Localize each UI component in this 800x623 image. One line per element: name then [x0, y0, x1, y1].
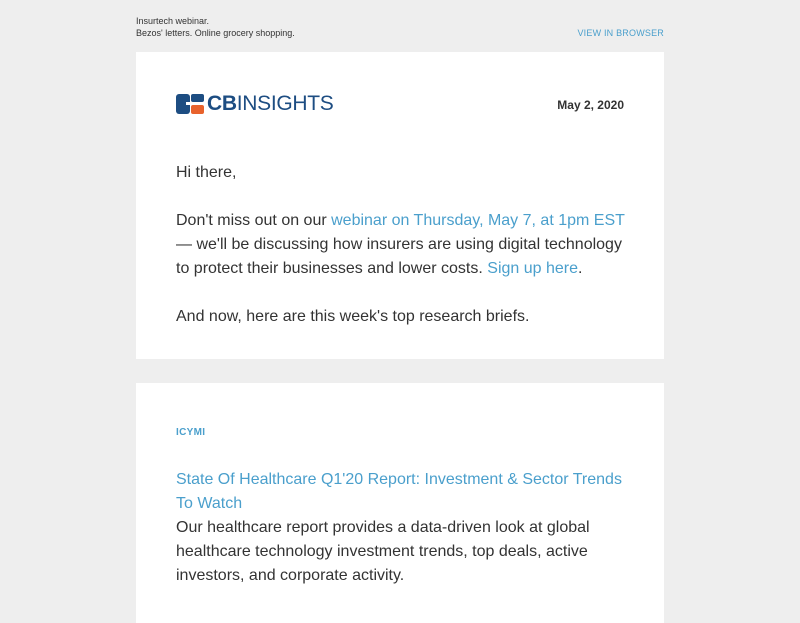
view-in-browser-link[interactable]: VIEW IN BROWSER [577, 27, 664, 39]
cb-insights-logo[interactable]: CBINSIGHTS [176, 92, 334, 115]
logo-wordmark: CBINSIGHTS [207, 92, 334, 115]
research-briefs-intro: And now, here are this week's top resear… [176, 308, 530, 325]
preheader: Insurtech webinar. Bezos' letters. Onlin… [136, 15, 295, 39]
sign-up-link[interactable]: Sign up here [487, 260, 578, 277]
webinar-paragraph-suffix: . [578, 260, 583, 277]
preheader-line-2: Bezos' letters. Online grocery shopping. [136, 28, 295, 38]
preheader-line-1: Insurtech webinar. [136, 16, 210, 26]
newsletter-date: May 2, 2020 [557, 98, 624, 112]
article-description: Our healthcare report provides a data-dr… [176, 519, 590, 584]
cb-insights-logo-icon [176, 94, 204, 114]
article-card: ICYMI State Of Healthcare Q1'20 Report: … [136, 383, 664, 623]
greeting: Hi there, [176, 164, 237, 181]
webinar-link[interactable]: webinar on Thursday, May 7, at 1pm EST [331, 212, 624, 229]
logo-wordmark-light: INSIGHTS [236, 92, 334, 115]
webinar-paragraph: Don't miss out on our webinar on Thursda… [176, 209, 626, 281]
intro-card: CBINSIGHTS May 2, 2020 Hi there, Don't m… [136, 52, 664, 359]
webinar-paragraph-prefix: Don't miss out on our [176, 212, 332, 229]
logo-wordmark-bold: CB [207, 92, 237, 115]
article-title-link[interactable]: State Of Healthcare Q1'20 Report: Invest… [176, 468, 636, 516]
article-eyebrow: ICYMI [176, 427, 206, 438]
